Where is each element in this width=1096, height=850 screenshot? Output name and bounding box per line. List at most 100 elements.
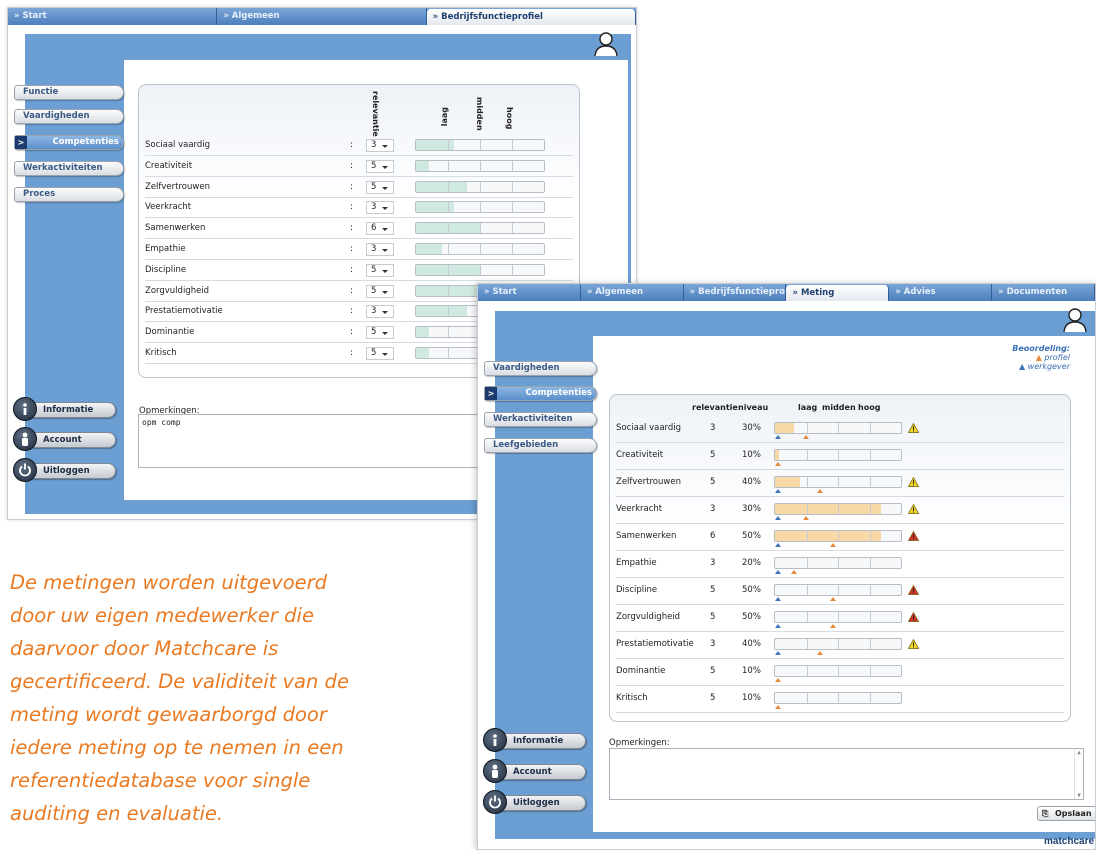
hoog-header: hoog [858,403,881,412]
w1-sidebar-item-werkactiviteiten[interactable]: Werkactiviteiten [14,161,124,176]
competency-label: Samenwerken [616,531,677,541]
w2-remarks-field[interactable]: ▲ ▼ [609,748,1084,800]
relevance-select[interactable]: 3 [366,201,394,215]
measurement-bar[interactable] [774,665,902,677]
w2-measurement-row: Veerkracht 3 30% [616,497,1064,524]
relevance-select[interactable]: 5 [366,263,394,277]
w1-competency-row: Samenwerken: 6 [145,219,573,240]
w2-sidebar-item-competenties[interactable]: > Competenties [484,386,597,401]
relevance-select[interactable]: 5 [366,347,394,360]
relevance-value: 6 [710,531,716,541]
measurement-bar[interactable] [774,476,902,488]
bar-divider [448,140,449,150]
w2-tab-meting[interactable]: » Meting [786,285,890,301]
level-bar[interactable] [415,263,545,276]
separator: : [350,327,354,338]
measurement-bar[interactable] [774,638,902,650]
relevance-select[interactable]: 5 [366,326,394,340]
w1-informatie-button[interactable]: Informatie [13,397,116,421]
measurement-bar[interactable] [774,611,902,623]
bar-divider [806,450,808,460]
competency-label: Zelfvertrouwen [145,181,210,192]
bar-divider [512,223,513,234]
legend-werkgever: ▲ werkgever [1018,362,1070,371]
w2-sidebar-item-vaardigheden[interactable]: Vaardigheden [484,361,597,376]
relevance-value: 5 [710,666,716,676]
level-value: 10% [742,693,761,703]
chevron-right-icon: > [15,136,27,149]
measurement-bar[interactable] [774,584,902,596]
bar-divider [480,223,481,234]
measurement-bar[interactable] [774,449,902,461]
bar-divider [869,558,871,568]
w1-uitloggen-button[interactable]: Uitloggen [13,458,116,482]
w1-sidebar-item-competenties[interactable]: > Competenties [14,135,124,150]
measurement-bar[interactable] [774,503,902,515]
level-value: 10% [742,666,761,676]
w1-tab-start[interactable]: » Start [8,8,218,25]
w2-tab-algemeen[interactable]: » Algemeen [581,284,684,301]
level-bar[interactable] [415,201,545,214]
w1-tab-bedrijfsfunctieprofiel[interactable]: » Bedrijfsfunctieprofiel [426,9,636,25]
w2-tab-documenten[interactable]: » Documenten [992,284,1095,301]
relevance-select[interactable]: 6 [366,222,394,236]
w2-account-button[interactable]: Account [483,759,586,783]
profiel-marker-icon [829,597,836,601]
werkgever-marker-icon [774,624,781,628]
w2-measurement-row: Empathie 3 20% [616,551,1064,578]
measurement-bar[interactable] [774,557,902,569]
relevance-value: 3 [710,423,716,433]
level-bar[interactable] [415,243,545,255]
w2-tab-bedrijfsfunctieprofiel[interactable]: » Bedrijfsfunctieprofiel [684,284,787,301]
niveau-header: niveau [738,403,769,412]
measurement-bar[interactable] [774,530,902,542]
competency-label: Discipline [145,264,187,275]
w2-tab-start[interactable]: » Start [478,284,581,301]
relevance-value: 3 [710,558,716,568]
w2-sidebar-item-werkactiviteiten[interactable]: Werkactiviteiten [484,412,597,427]
bar-divider [806,585,808,595]
w2-sidebar-item-leefgebieden[interactable]: Leefgebieden [484,438,597,453]
w2-tab-advies[interactable]: » Advies [889,284,993,301]
user-icon [1063,308,1087,333]
w1-tab-algemeen[interactable]: » Algemeen [217,8,427,25]
bar-divider [480,202,481,213]
measurement-bar[interactable] [774,692,902,704]
relevance-select[interactable]: 5 [366,284,394,298]
bar-divider [806,531,808,541]
bar-divider [448,202,449,213]
relevance-select[interactable]: 5 [366,180,394,194]
level-bar[interactable] [415,180,545,193]
bar-divider [448,223,449,234]
w2-informatie-button[interactable]: Informatie [483,728,586,752]
level-bar[interactable] [415,139,545,151]
w2-uitloggen-button[interactable]: Uitloggen [483,790,586,814]
w1-sidebar-item-functie[interactable]: Functie [14,85,124,100]
w1-sidebar-item-vaardigheden[interactable]: Vaardigheden [14,109,124,124]
w1-account-button[interactable]: Account [13,427,116,451]
relevance-select[interactable]: 3 [366,243,394,256]
competency-label: Prestatiemotivatie [616,639,694,649]
user-icon [594,32,618,57]
measurement-bar[interactable] [774,422,902,434]
competency-label: Kritisch [145,348,177,358]
save-button[interactable]: ⎘ Opslaan [1037,806,1095,821]
bar-divider [806,558,808,568]
relevance-select[interactable]: 3 [366,139,394,152]
w2-measurement-row: Samenwerken 6 50% [616,524,1064,551]
relevance-value: 5 [710,450,716,460]
werkgever-marker-icon [774,597,781,601]
separator: : [350,306,354,317]
relevance-select[interactable]: 3 [366,305,394,319]
relevance-select[interactable]: 5 [366,159,394,173]
info-icon [483,728,507,752]
bar-divider [480,264,481,275]
level-fill [416,244,442,254]
level-bar[interactable] [415,222,545,235]
remarks-scrollbar[interactable]: ▲ ▼ [1074,749,1083,799]
level-bar[interactable] [415,159,545,172]
profiel-marker-icon [829,624,836,628]
w1-sidebar-item-proces[interactable]: Proces [14,187,124,202]
yellow-warning-icon [907,422,920,433]
measurement-fill [775,423,794,433]
